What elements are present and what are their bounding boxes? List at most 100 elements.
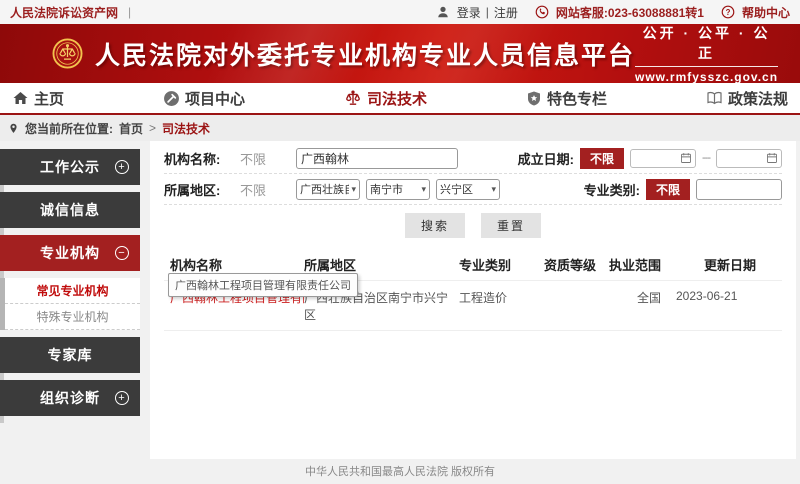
org-name-tooltip: 广西翰林工程项目管理有限责任公司 xyxy=(168,273,358,297)
location-pin-icon xyxy=(8,122,19,135)
main-nav: 主页 项目中心 司法技术 特色专栏 政策法规 xyxy=(0,83,800,115)
sidebar-item-org-diagnosis[interactable]: 组织诊断 + xyxy=(0,380,140,416)
sidebar-item-label: 专家库 xyxy=(48,345,93,365)
category-label: 专业类别: xyxy=(584,180,640,199)
phone-icon xyxy=(535,5,549,19)
category-any-button[interactable]: 不限 xyxy=(646,179,690,200)
content-panel: 机构名称: 不限 成立日期: 不限 --- xyxy=(150,141,796,459)
expand-plus-icon[interactable]: + xyxy=(115,391,129,405)
slogan-text: 公开 · 公平 · 公正 xyxy=(635,24,778,67)
sidebar-item-expert-library[interactable]: 专家库 xyxy=(0,337,140,373)
sidebar-item-label: 专业机构 xyxy=(40,243,100,263)
scales-icon xyxy=(344,90,362,107)
court-emblem-icon xyxy=(52,38,83,69)
main-area: 工作公示 + 诚信信息 专业机构 − 常见专业机构 特殊专业机构 专家库 组织诊… xyxy=(0,141,800,459)
chevron-down-icon: ▾ xyxy=(489,184,496,195)
breadcrumb-home-link[interactable]: 首页 xyxy=(119,120,143,137)
nav-item-judicial-tech[interactable]: 司法技术 xyxy=(344,88,427,109)
calendar-icon[interactable] xyxy=(680,152,692,164)
nav-item-featured[interactable]: 特色专栏 xyxy=(526,88,607,109)
asset-site-link[interactable]: 人民法院诉讼资产网 xyxy=(10,4,118,21)
org-name-label: 机构名称: xyxy=(164,149,240,168)
customer-service-label[interactable]: 网站客服:023-63088881转1 xyxy=(556,4,704,21)
region-label: 所属地区: xyxy=(164,180,240,199)
sidebar: 工作公示 + 诚信信息 专业机构 − 常见专业机构 特殊专业机构 专家库 组织诊… xyxy=(0,141,140,423)
help-center-link[interactable]: 帮助中心 xyxy=(742,4,790,21)
form-row-org-name: 机构名称: 不限 成立日期: 不限 --- xyxy=(164,143,782,174)
login-register-separator: | xyxy=(486,5,489,19)
footer: 中华人民共和国最高人民法院 版权所有 xyxy=(0,459,800,483)
city-select-value: 南宁市 xyxy=(370,181,403,197)
breadcrumb: 您当前所在位置: 首页 > 司法技术 xyxy=(0,115,800,141)
submenu-item-special-orgs[interactable]: 特殊专业机构 xyxy=(5,304,140,330)
project-center-icon xyxy=(163,90,180,107)
collapse-minus-icon[interactable]: − xyxy=(115,246,129,260)
org-name-input[interactable] xyxy=(296,148,458,169)
reset-button[interactable]: 重置 xyxy=(481,213,541,238)
founding-date-from-input[interactable] xyxy=(630,149,696,168)
nav-item-projects[interactable]: 项目中心 xyxy=(163,88,245,109)
top-utility-bar: 人民法院诉讼资产网 | 登录 | 注册 网站客服:023-63088881转1 … xyxy=(0,0,800,24)
book-icon xyxy=(706,90,723,106)
district-select[interactable]: 兴宁区 ▾ xyxy=(436,179,500,200)
category-input[interactable] xyxy=(696,179,782,200)
nav-label: 政策法规 xyxy=(728,88,788,109)
register-link[interactable]: 注册 xyxy=(494,4,518,21)
badge-icon xyxy=(526,90,542,107)
svg-text:?: ? xyxy=(726,8,731,17)
platform-title: 人民法院对外委托专业机构专业人员信息平台 xyxy=(95,36,635,72)
cell-category: 工程造价 xyxy=(459,289,544,323)
sidebar-item-label: 工作公示 xyxy=(40,157,100,177)
region-any-option[interactable]: 不限 xyxy=(240,180,296,199)
banner-slogan-block: 公开 · 公平 · 公正 www.rmfysszc.gov.cn xyxy=(635,24,778,83)
form-row-region: 所属地区: 不限 广西壮族自治 ▾ 南宁市 ▾ 兴宁区 ▾ 专业类别: 不限 xyxy=(164,174,782,205)
sidebar-item-integrity-info[interactable]: 诚信信息 xyxy=(0,192,140,228)
calendar-icon[interactable] xyxy=(766,152,778,164)
site-banner: 人民法院对外委托专业机构专业人员信息平台 公开 · 公平 · 公正 www.rm… xyxy=(0,24,800,83)
date-range-separator: --- xyxy=(702,152,710,164)
submenu-item-common-orgs[interactable]: 常见专业机构 xyxy=(5,278,140,304)
nav-label: 司法技术 xyxy=(367,88,427,109)
header-scope: 执业范围 xyxy=(609,255,704,274)
user-icon xyxy=(436,5,450,19)
topbar-right: 登录 | 注册 网站客服:023-63088881转1 ? 帮助中心 xyxy=(424,4,790,21)
chevron-down-icon: ▾ xyxy=(419,184,426,195)
district-select-value: 兴宁区 xyxy=(440,181,473,197)
site-url: www.rmfysszc.gov.cn xyxy=(635,67,778,83)
founding-date-to-input[interactable] xyxy=(716,149,782,168)
sidebar-item-label: 诚信信息 xyxy=(40,200,100,220)
topbar-divider: | xyxy=(128,5,131,19)
nav-item-policies[interactable]: 政策法规 xyxy=(706,88,788,109)
founding-date-group: 成立日期: 不限 --- xyxy=(518,148,782,169)
founding-date-any-button[interactable]: 不限 xyxy=(580,148,624,169)
sidebar-item-professional-orgs[interactable]: 专业机构 − xyxy=(0,235,140,271)
province-select[interactable]: 广西壮族自治 ▾ xyxy=(296,179,360,200)
home-icon xyxy=(12,90,29,106)
form-actions: 搜索 重置 xyxy=(150,205,796,244)
cell-updated: 2023-06-21 xyxy=(676,289,782,323)
cell-grade xyxy=(544,289,609,323)
sidebar-item-work-publicity[interactable]: 工作公示 + xyxy=(0,149,140,185)
chevron-down-icon: ▾ xyxy=(349,184,356,195)
cell-scope: 全国 xyxy=(609,289,676,323)
breadcrumb-separator: > xyxy=(149,121,156,135)
search-button[interactable]: 搜索 xyxy=(405,213,465,238)
copyright-text: 中华人民共和国最高人民法院 版权所有 xyxy=(305,463,495,479)
org-name-any-option[interactable]: 不限 xyxy=(240,149,296,168)
expand-plus-icon[interactable]: + xyxy=(115,160,129,174)
header-org-name: 机构名称 xyxy=(164,255,304,274)
province-select-value: 广西壮族自治 xyxy=(300,181,349,197)
breadcrumb-prefix: 您当前所在位置: xyxy=(25,120,113,137)
breadcrumb-current[interactable]: 司法技术 xyxy=(162,120,210,137)
header-region: 所属地区 xyxy=(304,255,459,274)
category-group: 专业类别: 不限 xyxy=(584,179,782,200)
city-select[interactable]: 南宁市 ▾ xyxy=(366,179,430,200)
header-updated: 更新日期 xyxy=(704,255,782,274)
founding-date-label: 成立日期: xyxy=(518,149,574,168)
nav-label: 主页 xyxy=(34,88,64,109)
professional-orgs-submenu: 常见专业机构 特殊专业机构 xyxy=(0,278,140,330)
login-link[interactable]: 登录 xyxy=(457,4,481,21)
header-grade: 资质等级 xyxy=(544,255,609,274)
header-category: 专业类别 xyxy=(459,255,544,274)
nav-item-home[interactable]: 主页 xyxy=(12,88,64,109)
